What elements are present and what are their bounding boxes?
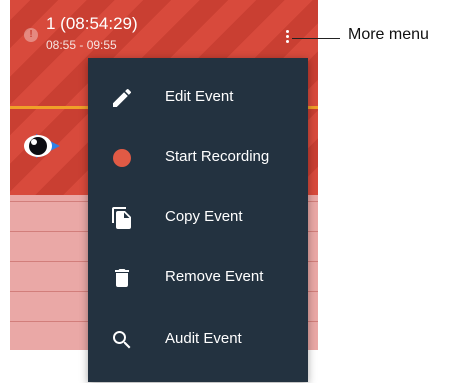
menu-item-copy-event[interactable]: Copy Event [88, 188, 308, 248]
copy-icon [112, 207, 131, 229]
more-menu: Edit Event Start Recording Copy Event Re… [88, 58, 308, 382]
menu-item-remove-event[interactable]: Remove Event [88, 248, 308, 308]
menu-item-label: Edit Event [165, 88, 234, 105]
pencil-icon [113, 88, 131, 107]
search-icon [113, 331, 131, 349]
trash-icon [115, 269, 129, 287]
menu-item-label: Start Recording [165, 148, 270, 165]
menu-item-label: Audit Event [165, 330, 242, 347]
more-menu-callout: More menu [348, 26, 429, 43]
menu-item-audit-event[interactable]: Audit Event [88, 310, 308, 370]
alert-circle-icon: ! [24, 28, 38, 42]
event-title: 1 (08:54:29) [46, 14, 138, 33]
menu-item-label: Copy Event [165, 208, 243, 225]
eye-play-icon [24, 134, 60, 158]
menu-item-start-recording[interactable]: Start Recording [88, 128, 308, 188]
event-time-range: 08:55 - 09:55 [46, 38, 117, 52]
callout-line [292, 38, 340, 39]
menu-item-label: Remove Event [165, 268, 264, 285]
record-icon [113, 149, 131, 167]
kebab-vertical-icon [285, 30, 289, 33]
menu-item-edit-event[interactable]: Edit Event [88, 68, 308, 128]
more-menu-button[interactable] [282, 28, 292, 50]
